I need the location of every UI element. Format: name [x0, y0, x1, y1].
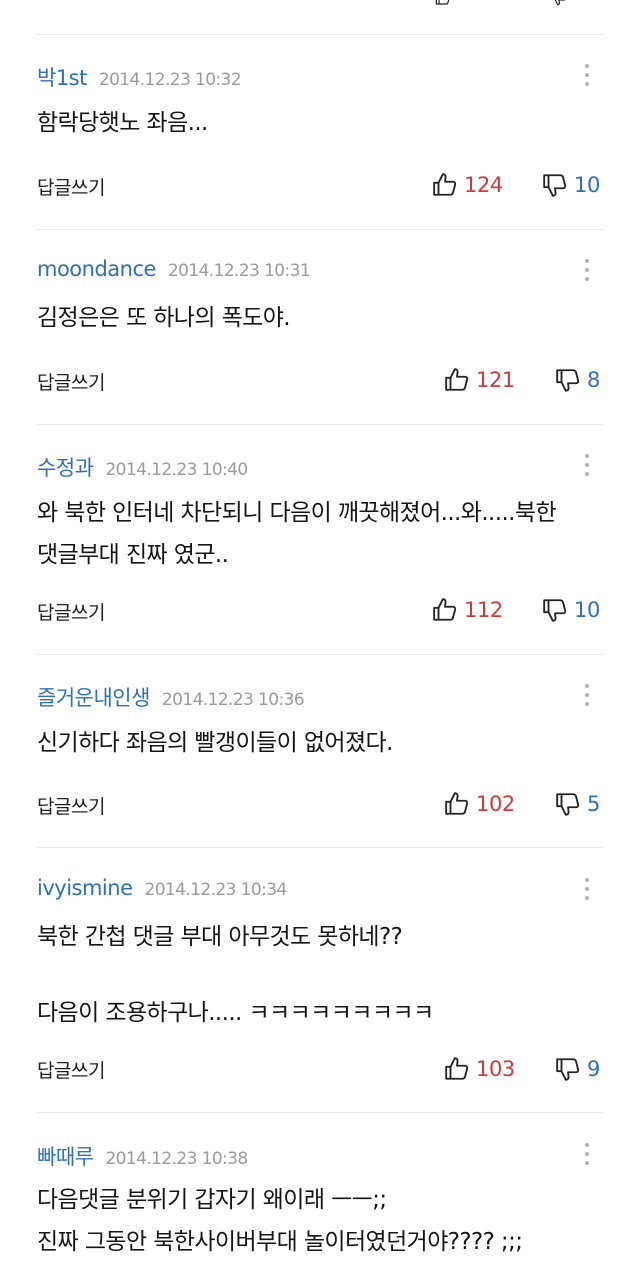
thumbs-down-icon [556, 793, 580, 816]
comment-body: 다음댓글 분위기 갑자기 왜이래 ㅡㅡ;; 진짜 그동안 북한사이버부대 놀이터… [37, 1179, 617, 1263]
dislike-button[interactable]: 5 [555, 789, 600, 819]
comment-author[interactable]: ivyismine [37, 876, 133, 900]
dislike-button[interactable]: 8 [555, 365, 600, 395]
more-vertical-icon[interactable] [580, 257, 594, 283]
like-count: 112 [464, 598, 503, 622]
comment-divider [36, 424, 604, 425]
reply-button[interactable]: 답글쓰기 [37, 173, 105, 200]
comment-divider [36, 847, 604, 848]
dislike-button[interactable]: 9 [555, 1054, 600, 1084]
like-button[interactable]: 124 [432, 170, 503, 200]
comment-body: 김정은은 또 하나의 폭도야. [37, 297, 617, 339]
thumbs-up-icon[interactable] [432, 0, 454, 6]
comment-body: 북한 간첩 댓글 부대 아무것도 못하네?? 다음이 조용하구나..... ㅋㅋ… [37, 916, 617, 1034]
comment-text-line: 댓글부대 진짜 였군.. [37, 542, 229, 568]
like-count: 102 [476, 792, 515, 816]
like-count: 121 [476, 368, 515, 392]
thumbs-down-icon [556, 369, 580, 392]
comment-author[interactable]: 박1st [37, 62, 87, 92]
comment-divider [36, 34, 604, 35]
thumbs-down-icon [543, 599, 567, 622]
like-count: 103 [476, 1057, 515, 1081]
previous-comment-partial [0, 0, 640, 34]
thumbs-down-icon [556, 1058, 580, 1081]
comment-timestamp: 2014.12.23 10:36 [161, 690, 305, 710]
comment-text-line: 북한 간첩 댓글 부대 아무것도 못하네?? [37, 924, 403, 950]
dislike-count: 5 [587, 792, 600, 816]
comment-body: 와 북한 인터네 차단되니 다음이 깨끗해졌어...와.....북한 댓글부대 … [37, 492, 617, 576]
comment-author[interactable]: 즐거운내인생 [37, 682, 150, 712]
reply-button[interactable]: 답글쓰기 [37, 598, 105, 625]
more-vertical-icon[interactable] [580, 876, 594, 902]
comment-blank-line [37, 958, 617, 992]
comment-body: 함락당햇노 좌음... [37, 102, 617, 144]
comment-meta: 빠때루 2014.12.23 10:38 [37, 1141, 248, 1171]
thumbs-up-icon [433, 598, 457, 621]
comment-text-line: 다음이 조용하구나..... ㅋㅋㅋㅋㅋㅋㅋㅋㅋ [37, 1000, 434, 1026]
like-button[interactable]: 121 [444, 365, 515, 395]
comment-author[interactable]: 빠때루 [37, 1141, 94, 1171]
dislike-button[interactable]: 10 [542, 595, 600, 625]
more-vertical-icon[interactable] [580, 62, 594, 88]
comment-text-line: 김정은은 또 하나의 폭도야. [37, 305, 291, 331]
more-vertical-icon[interactable] [580, 682, 594, 708]
reply-button[interactable]: 답글쓰기 [37, 1056, 105, 1083]
comment-body: 신기하다 좌음의 빨갱이들이 없어졌다. [37, 722, 617, 764]
dislike-count: 8 [587, 368, 600, 392]
thumbs-up-icon [445, 368, 469, 391]
comment-timestamp: 2014.12.23 10:40 [105, 460, 248, 480]
comment-text-line: 신기하다 좌음의 빨갱이들이 없어졌다. [37, 730, 393, 756]
comment-meta: ivyismine 2014.12.23 10:34 [37, 876, 287, 906]
like-button[interactable]: 103 [444, 1054, 515, 1084]
comment-text-line: 다음댓글 분위기 갑자기 왜이래 ㅡㅡ;; [37, 1187, 387, 1213]
reply-button[interactable]: 답글쓰기 [37, 792, 105, 819]
comment-text-line: 함락당햇노 좌음... [37, 110, 208, 136]
dislike-count: 10 [574, 173, 600, 197]
thumbs-down-icon[interactable] [548, 0, 570, 6]
comment-author[interactable]: 수정과 [37, 452, 94, 482]
comment-author[interactable]: moondance [37, 257, 156, 281]
thumbs-up-icon [445, 792, 469, 815]
dislike-count: 10 [574, 598, 600, 622]
reply-button[interactable]: 답글쓰기 [37, 368, 105, 395]
comment-timestamp: 2014.12.23 10:31 [167, 261, 311, 281]
thumbs-up-icon [433, 173, 457, 196]
comment-meta: moondance 2014.12.23 10:31 [37, 257, 311, 287]
comment-timestamp: 2014.12.23 10:38 [105, 1149, 248, 1169]
comment-divider [36, 1112, 604, 1113]
more-vertical-icon[interactable] [580, 1141, 594, 1167]
comment-divider [36, 229, 604, 230]
comment-timestamp: 2014.12.23 10:32 [98, 70, 242, 90]
like-button[interactable]: 102 [444, 789, 515, 819]
comment-text-line: 진짜 그동안 북한사이버부대 놀이터였던거야???? ;;; [37, 1229, 523, 1255]
comment-meta: 즐거운내인생 2014.12.23 10:36 [37, 682, 305, 712]
dislike-button[interactable]: 10 [542, 170, 600, 200]
comment-divider [36, 654, 604, 655]
more-vertical-icon[interactable] [580, 452, 594, 478]
comment-text-line: 와 북한 인터네 차단되니 다음이 깨끗해졌어...와.....북한 [37, 500, 557, 526]
comment-meta: 수정과 2014.12.23 10:40 [37, 452, 248, 482]
dislike-count: 9 [587, 1057, 600, 1081]
comment-timestamp: 2014.12.23 10:34 [144, 880, 288, 900]
thumbs-down-icon [543, 174, 567, 197]
thumbs-up-icon [445, 1057, 469, 1080]
like-count: 124 [464, 173, 503, 197]
like-button[interactable]: 112 [432, 595, 503, 625]
comment-meta: 박1st 2014.12.23 10:32 [37, 62, 242, 92]
